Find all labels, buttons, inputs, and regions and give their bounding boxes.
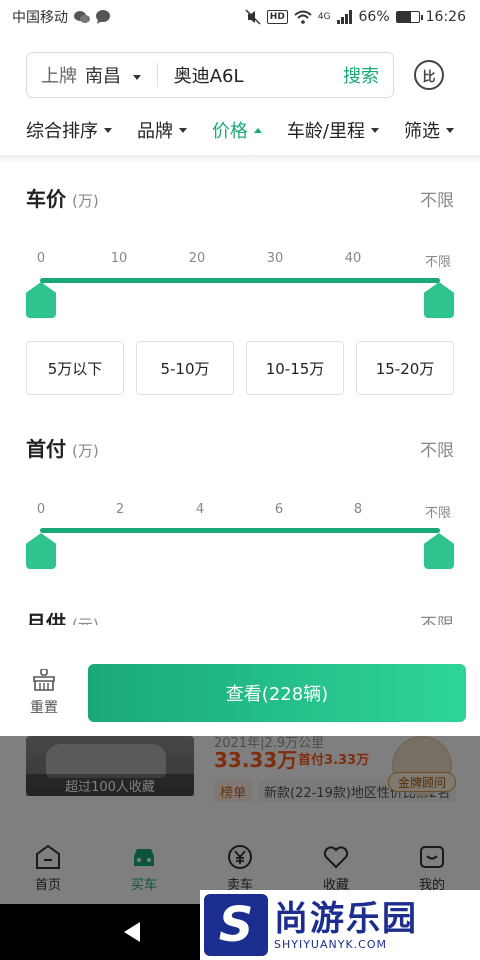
search-button[interactable]: 搜索	[343, 62, 379, 88]
price-chip[interactable]: 15-20万	[356, 341, 454, 395]
search-box: 上牌 南昌 奥迪A6L 搜索	[26, 52, 394, 98]
price-max-handle[interactable]	[424, 282, 454, 318]
price-value: 不限	[420, 191, 454, 211]
city-selector[interactable]: 南昌	[77, 62, 141, 88]
filter-label: 筛选	[403, 121, 440, 142]
downpayment-value: 不限	[420, 441, 454, 461]
downpayment-min-handle[interactable]	[26, 533, 56, 569]
back-icon[interactable]	[124, 922, 140, 942]
mute-icon	[245, 9, 261, 25]
tick-label: 4	[195, 502, 205, 517]
price-min-handle[interactable]	[26, 282, 56, 318]
chevron-down-icon	[445, 127, 454, 133]
monthly-section-title: 月供	[26, 611, 66, 625]
price-chip[interactable]: 5万以下	[26, 341, 124, 395]
tick-label: 不限	[424, 506, 452, 521]
price-chip[interactable]: 5-10万	[136, 341, 234, 395]
tick-label: 8	[353, 502, 363, 517]
watermark-url: SHYIYUANYK.COM	[274, 937, 387, 951]
filter-sort[interactable]: 综合排序	[26, 117, 112, 143]
message-icon	[96, 10, 110, 24]
divider	[0, 155, 480, 163]
downpayment-unit: (万)	[72, 442, 99, 460]
downpayment-section-header: 首付 (万) 不限	[26, 433, 454, 462]
reset-label: 重置	[30, 700, 58, 716]
compare-icon: 比	[422, 69, 436, 85]
monthly-section-header: 月供 (元) 不限	[26, 607, 454, 625]
watermark: S 尚游乐园 SHYIYUANYK.COM	[200, 890, 480, 960]
filter-price[interactable]: 价格	[212, 117, 262, 143]
price-quick-chips: 5万以下 5-10万 10-15万 15-20万	[26, 341, 454, 395]
watermark-logo: S	[204, 894, 268, 956]
filter-label: 车龄/里程	[286, 121, 365, 142]
tick-label: 10	[110, 251, 128, 266]
chevron-down-icon	[178, 127, 187, 133]
tick-label: 0	[36, 502, 46, 517]
chevron-down-icon	[104, 127, 112, 133]
price-slider-track	[40, 278, 440, 283]
broom-icon	[33, 669, 55, 691]
price-chip[interactable]: 10-15万	[246, 341, 344, 395]
compare-button[interactable]: 比	[414, 60, 444, 90]
wechat-icon	[74, 11, 90, 23]
watermark-title: 尚游乐园	[274, 898, 418, 939]
tick-label: 2	[115, 502, 125, 517]
monthly-unit: (元)	[72, 616, 99, 625]
wifi-icon	[294, 10, 312, 24]
clock: 16:26	[425, 9, 466, 25]
search-row: 上牌 南昌 奥迪A6L 搜索 比	[26, 52, 480, 98]
network-type: 4G	[317, 12, 331, 22]
price-ticks: 0 10 20 30 40 不限	[0, 251, 480, 271]
view-results-button[interactable]: 查看(228辆)	[88, 664, 466, 722]
filter-action-bar: 重置 查看(228辆)	[0, 650, 480, 736]
tick-label: 20	[188, 251, 206, 266]
status-bar: 中国移动 HD 4G 66% 16:26	[0, 0, 480, 34]
chevron-down-icon	[132, 74, 141, 80]
filter-label: 综合排序	[26, 121, 98, 142]
battery-percent: 66%	[358, 9, 390, 25]
downpayment-slider-track	[40, 528, 440, 533]
search-input[interactable]: 奥迪A6L	[174, 62, 343, 88]
plate-label: 上牌	[41, 66, 77, 87]
price-filter-panel: 车价 (万) 不限 0 10 20 30 40 不限 5万以下 5-10万 10-…	[0, 163, 480, 625]
city-label: 南昌	[85, 66, 121, 87]
tick-label: 40	[344, 251, 362, 266]
reset-button[interactable]: 重置	[14, 669, 74, 717]
chevron-down-icon	[370, 127, 379, 133]
tick-label: 不限	[424, 255, 452, 270]
price-section-title: 车价	[26, 187, 66, 211]
filter-bar: 综合排序 品牌 价格 车龄/里程 筛选	[0, 110, 480, 150]
downpayment-max-handle[interactable]	[424, 533, 454, 569]
filter-more[interactable]: 筛选	[404, 117, 454, 143]
chevron-up-icon	[253, 127, 262, 133]
signal-icon	[336, 10, 352, 24]
tick-label: 0	[36, 251, 46, 266]
downpayment-section-title: 首付	[26, 437, 66, 461]
filter-label: 品牌	[136, 121, 173, 142]
price-unit: (万)	[72, 192, 99, 210]
divider	[156, 63, 158, 87]
hd-badge: HD	[266, 10, 288, 24]
tick-label: 6	[274, 502, 284, 517]
carrier-text: 中国移动	[12, 10, 68, 26]
filter-brand[interactable]: 品牌	[137, 117, 187, 143]
modal-overlay[interactable]	[0, 736, 480, 904]
battery-icon	[395, 11, 423, 23]
monthly-value: 不限	[420, 615, 454, 625]
tick-label: 30	[266, 251, 284, 266]
filter-label: 价格	[211, 121, 248, 142]
downpayment-ticks: 0 2 4 6 8 不限	[0, 502, 480, 522]
filter-age-mileage[interactable]: 车龄/里程	[287, 117, 379, 143]
price-section-header: 车价 (万) 不限	[26, 183, 454, 212]
